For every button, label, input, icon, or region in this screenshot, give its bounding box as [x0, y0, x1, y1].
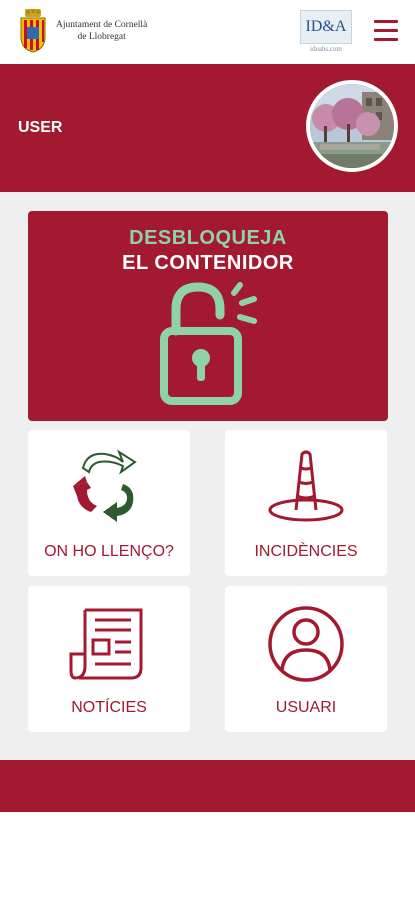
user-name: USER [18, 119, 63, 136]
unlocked-padlock-icon [160, 282, 257, 405]
partner-logo-text: ID&A [300, 10, 352, 44]
ajuntament-name: Ajuntament de Cornellà de Llobregat [56, 19, 147, 43]
user-circle-icon [268, 606, 344, 682]
recycle-icon [73, 449, 137, 522]
menu-line [374, 20, 398, 23]
ajuntament-logo[interactable]: Ajuntament de Cornellà de Llobregat [18, 9, 147, 53]
menu-line [374, 29, 398, 32]
tile-label: INCIDÈNCIES [254, 543, 358, 560]
traffic-cone-icon [268, 450, 344, 522]
coat-of-arms-icon [20, 9, 46, 53]
main-content: DESBLOQUEJA EL CONTENIDOR ON HO LLENÇO? [0, 192, 415, 760]
ajuntament-line2: de Llobregat [77, 32, 126, 42]
unlock-title-line2: EL CONTENIDOR [122, 252, 294, 274]
unlock-title-line1: DESBLOQUEJA [129, 227, 287, 249]
tile-label: USUARI [275, 699, 337, 716]
footer-bar [0, 760, 415, 812]
tile-where-to-throw[interactable]: ON HO LLENÇO? [28, 430, 190, 576]
menu-line [374, 38, 398, 41]
tile-label: ON HO LLENÇO? [44, 543, 174, 560]
hamburger-icon[interactable] [374, 20, 398, 42]
top-bar: Ajuntament de Cornellà de Llobregat ID&A… [0, 0, 415, 64]
ajuntament-line1: Ajuntament de Cornellà [56, 20, 148, 30]
bottom-area [0, 812, 415, 900]
tile-user[interactable]: USUARI [225, 586, 387, 732]
newspaper-icon [69, 608, 143, 680]
tile-news[interactable]: NOTÍCIES [28, 586, 190, 732]
partner-logo: ID&A ideabs.com [300, 10, 352, 54]
partner-logo-sub: ideabs.com [310, 45, 342, 53]
tile-label: NOTÍCIES [71, 699, 147, 716]
user-header: USER [0, 64, 415, 192]
avatar-photo [310, 84, 394, 168]
tile-incidents[interactable]: INCIDÈNCIES [225, 430, 387, 576]
unlock-container-button[interactable]: DESBLOQUEJA EL CONTENIDOR [28, 211, 388, 421]
avatar[interactable] [306, 80, 398, 172]
